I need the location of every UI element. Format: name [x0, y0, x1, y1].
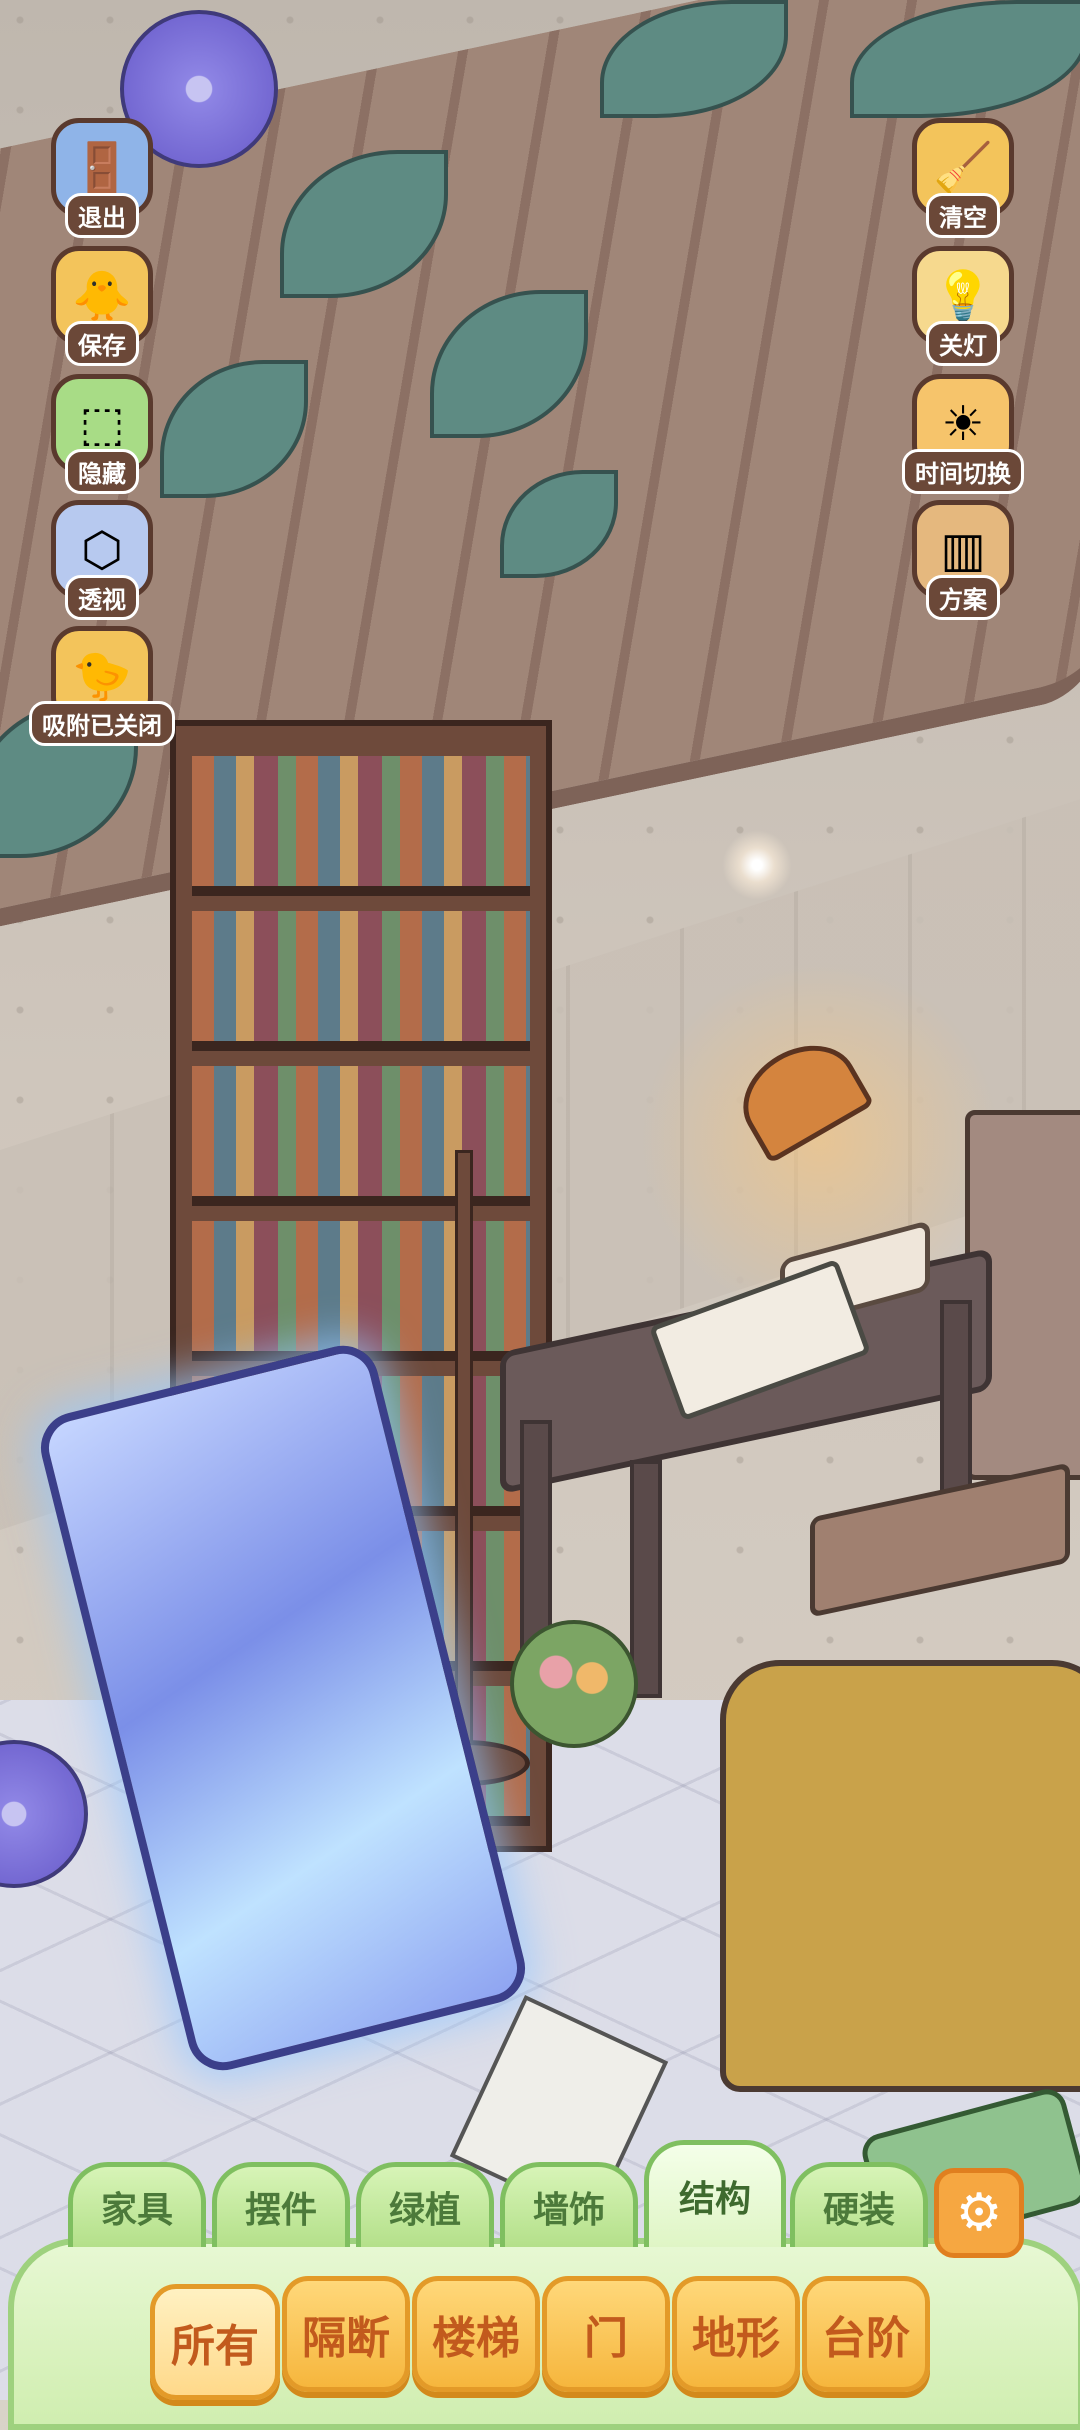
- tab-structure[interactable]: 结构: [644, 2140, 786, 2247]
- exit-button[interactable]: 🚪 退出: [42, 118, 162, 238]
- plan-button[interactable]: ▥ 方案: [903, 500, 1023, 620]
- snap-toggle-button[interactable]: 🐤 吸附已关闭: [29, 626, 175, 746]
- tab-plants[interactable]: 绿植: [356, 2162, 494, 2247]
- save-button[interactable]: 🐥 保存: [42, 246, 162, 366]
- hide-button[interactable]: ⬚ 隐藏: [42, 374, 162, 494]
- chip-terrain[interactable]: 地形: [672, 2276, 800, 2392]
- sparkle-effect: [722, 830, 792, 900]
- book-row: [192, 1221, 530, 1361]
- coat-rack[interactable]: [455, 1150, 473, 1756]
- book-row: [192, 1066, 530, 1206]
- desk-leg: [630, 1460, 662, 1698]
- chip-label: 地形: [692, 2313, 780, 2364]
- tab-label: 硬装: [822, 2190, 895, 2231]
- book-row: [192, 911, 530, 1051]
- chip-label: 楼梯: [432, 2313, 520, 2364]
- chip-stairs[interactable]: 楼梯: [412, 2276, 540, 2392]
- time-switch-button[interactable]: ☀ 时间切换: [902, 374, 1024, 494]
- tab-ornaments[interactable]: 摆件: [212, 2162, 350, 2247]
- time-switch-label: 时间切换: [902, 449, 1024, 494]
- desk-leg: [520, 1420, 552, 1658]
- lights-off-label: 关灯: [926, 321, 1000, 366]
- perspective-button[interactable]: ⬡ 透视: [42, 500, 162, 620]
- settings-button[interactable]: ⚙: [934, 2168, 1024, 2258]
- lights-off-button[interactable]: 💡 关灯: [903, 246, 1023, 366]
- tab-label: 家具: [100, 2190, 173, 2231]
- tab-label: 摆件: [244, 2190, 317, 2231]
- chip-label: 门: [584, 2313, 628, 2364]
- book-row: [192, 756, 530, 896]
- tab-furniture[interactable]: 家具: [68, 2162, 206, 2247]
- tab-label: 结构: [678, 2179, 751, 2220]
- gear-icon: ⚙: [955, 2183, 1003, 2243]
- tab-label: 绿植: [388, 2190, 461, 2231]
- clear-button[interactable]: 🧹 清空: [903, 118, 1023, 238]
- exit-label: 退出: [65, 193, 139, 238]
- armchair[interactable]: [720, 1660, 1080, 2092]
- tab-hardwear[interactable]: 硬装: [790, 2162, 928, 2247]
- flower-pot[interactable]: [510, 1620, 638, 1748]
- hide-label: 隐藏: [65, 449, 139, 494]
- chip-partition[interactable]: 隔断: [282, 2276, 410, 2392]
- snap-label: 吸附已关闭: [29, 701, 175, 746]
- clear-label: 清空: [926, 193, 1000, 238]
- chip-label: 隔断: [302, 2313, 390, 2364]
- tab-wall-decor[interactable]: 墙饰: [500, 2162, 638, 2247]
- chip-door[interactable]: 门: [542, 2276, 670, 2392]
- chip-label: 所有: [171, 2321, 259, 2372]
- chip-all[interactable]: 所有: [150, 2284, 280, 2400]
- perspective-label: 透视: [65, 575, 139, 620]
- chip-steps[interactable]: 台阶: [802, 2276, 930, 2392]
- plan-label: 方案: [926, 575, 1000, 620]
- chip-label: 台阶: [822, 2313, 910, 2364]
- save-label: 保存: [65, 321, 139, 366]
- tab-label: 墙饰: [532, 2190, 605, 2231]
